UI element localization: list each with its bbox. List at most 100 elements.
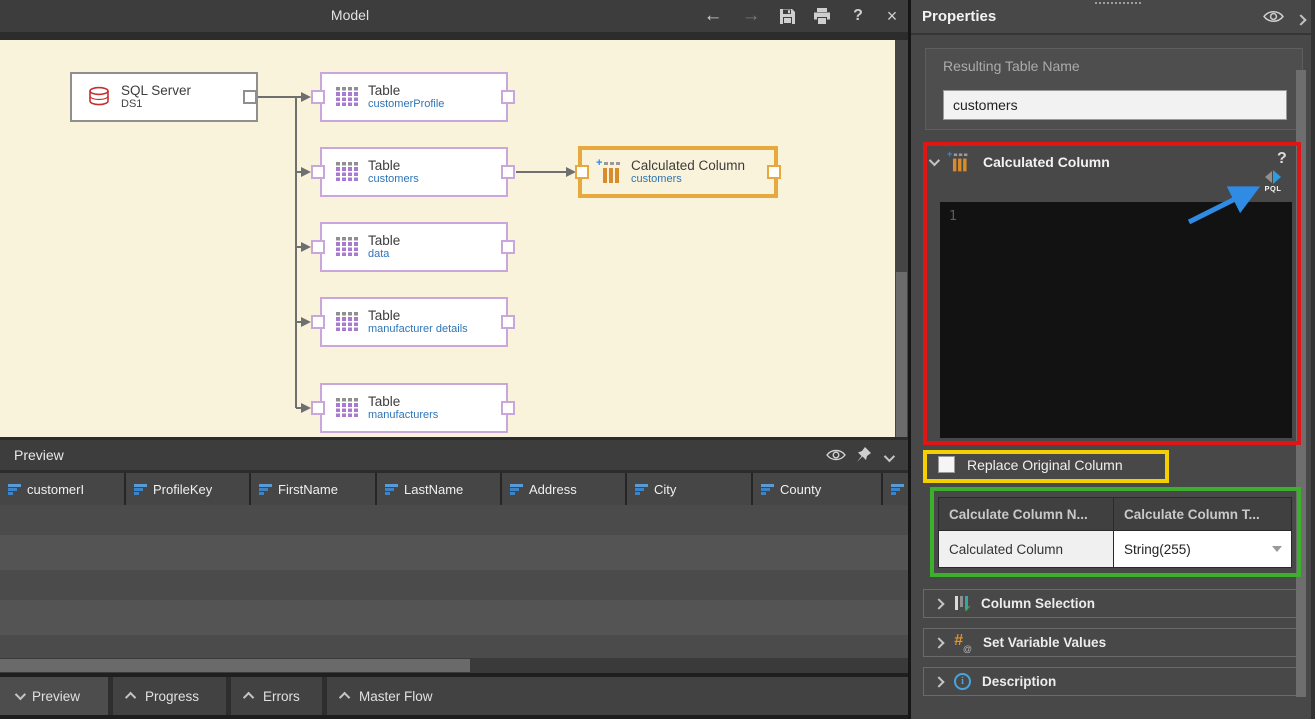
preview-horizontal-scrollbar[interactable] <box>0 658 908 673</box>
source-node-name: DS1 <box>121 98 191 111</box>
table-node-type: Table <box>368 308 468 323</box>
properties-collapse-button[interactable] <box>1297 11 1305 29</box>
print-icon <box>813 8 831 25</box>
connector-sqlserver-out[interactable] <box>243 90 257 104</box>
table-node-type: Table <box>368 158 419 173</box>
table-node-data[interactable]: Table data <box>320 222 508 272</box>
calculated-column-icon: + <box>596 160 622 184</box>
dropdown-arrow-icon <box>1272 546 1282 552</box>
save-button[interactable] <box>774 4 800 28</box>
table-node-manufacturer-details[interactable]: Table manufacturer details <box>320 297 508 347</box>
section-set-variable-values[interactable]: #@ Set Variable Values <box>923 628 1303 657</box>
properties-panel: Properties Resulting Table Name + <box>911 0 1315 719</box>
calculated-column-section-header[interactable]: + Calculated Column <box>929 150 1289 174</box>
section-description[interactable]: i Description <box>923 667 1303 696</box>
connector-manufacturers-in[interactable] <box>311 401 325 415</box>
calculated-column-section-title: Calculated Column <box>983 154 1110 170</box>
model-canvas[interactable]: SQL Server DS1 Table customerProfile Tab… <box>0 40 895 437</box>
calculated-column-node[interactable]: + Calculated Column customers <box>578 146 778 198</box>
column-header-state[interactable]: S <box>883 473 908 505</box>
preview-scrollbar-thumb[interactable] <box>0 659 470 672</box>
chevron-up-icon <box>339 692 350 703</box>
connector-data-in[interactable] <box>311 240 325 254</box>
properties-scrollbar-thumb[interactable] <box>1296 70 1306 697</box>
eye-icon <box>1263 9 1284 24</box>
preview-collapse-button[interactable] <box>884 449 892 465</box>
preview-pin-button[interactable] <box>856 447 871 463</box>
preview-column-headers: customerI ProfileKey FirstName LastName … <box>0 473 908 505</box>
filter-icon <box>134 484 147 495</box>
column-header-customerid[interactable]: customerI <box>0 473 126 505</box>
replace-original-column-checkbox[interactable] <box>938 456 955 473</box>
section-column-selection[interactable]: ✓ Column Selection <box>923 589 1303 618</box>
table-node-name: data <box>368 248 400 261</box>
column-header-county[interactable]: County <box>753 473 883 505</box>
connector-customers-out[interactable] <box>501 165 515 179</box>
column-header-firstname[interactable]: FirstName <box>251 473 377 505</box>
connector-customers-in[interactable] <box>311 165 325 179</box>
table-icon <box>336 398 359 419</box>
table-node-customerprofile[interactable]: Table customerProfile <box>320 72 508 122</box>
tab-master-flow[interactable]: Master Flow <box>327 677 908 715</box>
set-variable-values-icon: #@ <box>954 634 972 652</box>
table-node-name: manufacturer details <box>368 323 468 336</box>
connector-calccolumn-out[interactable] <box>767 165 781 179</box>
model-workspace: Model ← → <box>0 0 908 719</box>
column-type-dropdown[interactable]: String(255) <box>1114 531 1292 568</box>
column-selection-icon: ✓ <box>954 596 970 612</box>
calc-node-name: customers <box>631 173 745 186</box>
preview-table-body <box>0 505 908 658</box>
chevron-right-icon <box>1295 14 1306 25</box>
pin-icon <box>856 447 871 463</box>
sql-server-icon <box>86 84 112 110</box>
connector-customerprofile-out[interactable] <box>501 90 515 104</box>
column-header-address[interactable]: Address <box>502 473 627 505</box>
pql-language-button[interactable]: PQL <box>1258 170 1288 193</box>
table-node-name: customerProfile <box>368 98 444 111</box>
panel-drag-handle[interactable] <box>1095 2 1141 4</box>
connector-calccolumn-in[interactable] <box>575 165 589 179</box>
resulting-table-name-input[interactable] <box>943 90 1287 120</box>
connector-manufacturerdetails-out[interactable] <box>501 315 515 329</box>
connector-data-out[interactable] <box>501 240 515 254</box>
expression-code-editor[interactable]: 1 <box>940 202 1292 438</box>
table-node-name: customers <box>368 173 419 186</box>
print-button[interactable] <box>809 4 835 28</box>
connector-customerprofile-in[interactable] <box>311 90 325 104</box>
replace-original-column-row: Replace Original Column <box>938 456 1123 473</box>
resulting-table-name-group: Resulting Table Name <box>925 48 1303 130</box>
section-help-button[interactable]: ? <box>1277 150 1287 168</box>
properties-watch-button[interactable] <box>1263 9 1284 24</box>
chevron-down-icon <box>929 155 940 166</box>
column-name-input[interactable]: Calculated Column <box>938 531 1114 568</box>
column-header-lastname[interactable]: LastName <box>377 473 502 505</box>
properties-title: Properties <box>922 8 996 25</box>
back-button[interactable]: ← <box>700 4 726 28</box>
table-node-name: manufacturers <box>368 409 438 422</box>
preview-watch-button[interactable] <box>826 448 846 462</box>
connector-manufacturers-out[interactable] <box>501 401 515 415</box>
source-node-type: SQL Server <box>121 83 191 98</box>
close-button[interactable]: × <box>879 4 905 28</box>
replace-original-column-label: Replace Original Column <box>967 457 1123 473</box>
table-node-type: Table <box>368 233 400 248</box>
tab-errors[interactable]: Errors <box>231 677 322 715</box>
tab-preview[interactable]: Preview <box>0 677 108 715</box>
table-node-manufacturers[interactable]: Table manufacturers <box>320 383 508 433</box>
table-icon <box>336 87 359 108</box>
tab-progress[interactable]: Progress <box>113 677 226 715</box>
table-node-type: Table <box>368 394 438 409</box>
source-node-sql-server[interactable]: SQL Server DS1 <box>70 72 258 122</box>
chevron-down-icon <box>15 689 26 700</box>
calc-node-type: Calculated Column <box>631 158 745 173</box>
column-header-city[interactable]: City <box>627 473 753 505</box>
help-button[interactable]: ? <box>845 4 871 28</box>
canvas-scrollbar-thumb[interactable] <box>896 272 907 437</box>
chevron-right-icon <box>933 598 944 609</box>
connector-manufacturerdetails-in[interactable] <box>311 315 325 329</box>
pql-icon <box>1258 170 1288 184</box>
table-node-customers[interactable]: Table customers <box>320 147 508 197</box>
canvas-vertical-scrollbar[interactable] <box>895 40 908 437</box>
column-header-profilekey[interactable]: ProfileKey <box>126 473 251 505</box>
forward-button[interactable]: → <box>738 4 764 28</box>
